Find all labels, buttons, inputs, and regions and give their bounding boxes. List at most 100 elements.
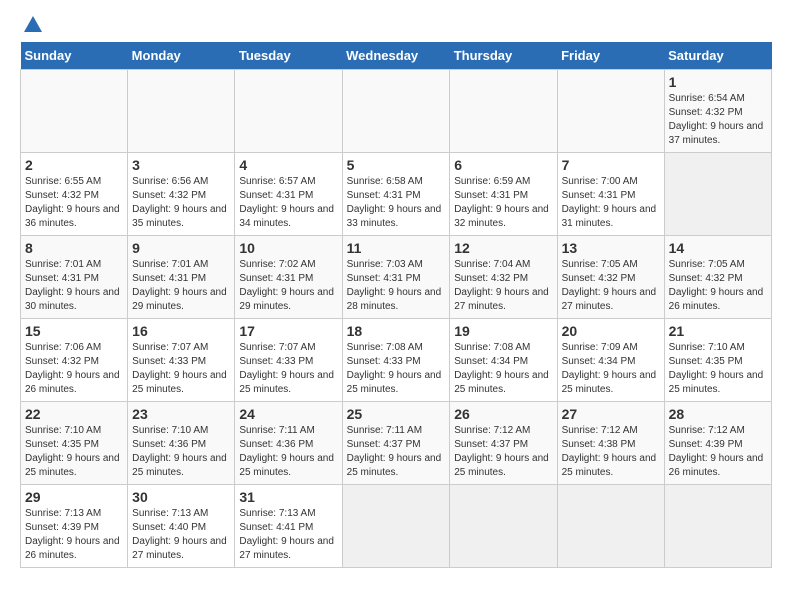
calendar-cell: 16Sunrise: 7:07 AM Sunset: 4:33 PM Dayli… [128, 319, 235, 402]
calendar-cell: 10 Sunrise: 7:02 AM Sunset: 4:31 PM Dayli… [235, 236, 342, 319]
calendar-cell: 12Sunrise: 7:04 AM Sunset: 4:32 PM Dayli… [450, 236, 557, 319]
day-info: Sunrise: 7:01 AM Sunset: 4:31 PM Dayligh… [132, 259, 227, 312]
day-info: Sunrise: 7:01 AM Sunset: 4:31 PM Dayligh… [25, 259, 120, 312]
day-info: Sunrise: 7:03 AM Sunset: 4:31 PM Dayligh… [347, 259, 442, 312]
day-info: Sunrise: 6:55 AM Sunset: 4:32 PM Dayligh… [25, 176, 120, 229]
day-number: 13 [562, 240, 660, 256]
day-number: 15 [25, 323, 123, 339]
day-number: 29 [25, 489, 123, 505]
calendar-cell: 6Sunrise: 6:59 AM Sunset: 4:31 PM Daylig… [450, 153, 557, 236]
calendar-cell: 23Sunrise: 7:10 AM Sunset: 4:36 PM Dayli… [128, 402, 235, 485]
day-number: 26 [454, 406, 552, 422]
day-number: 18 [347, 323, 446, 339]
day-number: 3 [132, 157, 230, 173]
calendar-week-row: 2 Sunrise: 6:55 AM Sunset: 4:32 PM Daylig… [21, 153, 772, 236]
calendar-cell [128, 70, 235, 153]
day-number: 1 [669, 74, 767, 90]
day-number: 24 [239, 406, 337, 422]
day-info: Sunrise: 7:12 AM Sunset: 4:39 PM Dayligh… [669, 425, 764, 478]
calendar-week-row: 15 Sunrise: 7:06 AM Sunset: 4:32 PM Dayli… [21, 319, 772, 402]
day-number: 6 [454, 157, 552, 173]
day-info: Sunrise: 7:12 AM Sunset: 4:38 PM Dayligh… [562, 425, 657, 478]
day-number: 14 [669, 240, 767, 256]
calendar-week-row: 1 Sunrise: 6:54 AM Sunset: 4:32 PM Daylig… [21, 70, 772, 153]
day-info: Sunrise: 7:11 AM Sunset: 4:37 PM Dayligh… [347, 425, 442, 478]
calendar-cell: 24 Sunrise: 7:11 AM Sunset: 4:36 PM Dayli… [235, 402, 342, 485]
calendar-cell [21, 70, 128, 153]
day-info: Sunrise: 7:07 AM Sunset: 4:33 PM Dayligh… [239, 342, 334, 395]
calendar-cell [235, 70, 342, 153]
day-info: Sunrise: 7:05 AM Sunset: 4:32 PM Dayligh… [562, 259, 657, 312]
calendar-cell: 26 Sunrise: 7:12 AM Sunset: 4:37 PM Dayli… [450, 402, 557, 485]
calendar-week-row: 8 Sunrise: 7:01 AM Sunset: 4:31 PM Daylig… [21, 236, 772, 319]
day-info: Sunrise: 7:00 AM Sunset: 4:31 PM Dayligh… [562, 176, 657, 229]
calendar-cell: 11 Sunrise: 7:03 AM Sunset: 4:31 PM Dayli… [342, 236, 450, 319]
day-info: Sunrise: 7:13 AM Sunset: 4:40 PM Dayligh… [132, 508, 227, 561]
day-header-friday: Friday [557, 42, 664, 70]
day-number: 16 [132, 323, 230, 339]
calendar-cell: 30Sunrise: 7:13 AM Sunset: 4:40 PM Dayli… [128, 485, 235, 568]
calendar-cell: 28 Sunrise: 7:12 AM Sunset: 4:39 PM Dayli… [664, 402, 771, 485]
calendar-cell: 22 Sunrise: 7:10 AM Sunset: 4:35 PM Dayli… [21, 402, 128, 485]
day-info: Sunrise: 6:57 AM Sunset: 4:31 PM Dayligh… [239, 176, 334, 229]
calendar-cell: 7 Sunrise: 7:00 AM Sunset: 4:31 PM Daylig… [557, 153, 664, 236]
day-header-tuesday: Tuesday [235, 42, 342, 70]
logo [20, 20, 44, 32]
day-number: 10 [239, 240, 337, 256]
day-number: 2 [25, 157, 123, 173]
day-header-monday: Monday [128, 42, 235, 70]
day-info: Sunrise: 7:10 AM Sunset: 4:36 PM Dayligh… [132, 425, 227, 478]
calendar-cell: 17Sunrise: 7:07 AM Sunset: 4:33 PM Dayli… [235, 319, 342, 402]
day-header-wednesday: Wednesday [342, 42, 450, 70]
calendar-cell: 5Sunrise: 6:58 AM Sunset: 4:31 PM Daylig… [342, 153, 450, 236]
calendar-cell [664, 485, 771, 568]
calendar-cell: 13 Sunrise: 7:05 AM Sunset: 4:32 PM Dayli… [557, 236, 664, 319]
calendar-cell: 4Sunrise: 6:57 AM Sunset: 4:31 PM Daylig… [235, 153, 342, 236]
calendar-cell: 18Sunrise: 7:08 AM Sunset: 4:33 PM Dayli… [342, 319, 450, 402]
calendar-cell [342, 70, 450, 153]
calendar-header-row: SundayMondayTuesdayWednesdayThursdayFrid… [21, 42, 772, 70]
calendar-cell: 15 Sunrise: 7:06 AM Sunset: 4:32 PM Dayli… [21, 319, 128, 402]
day-number: 7 [562, 157, 660, 173]
day-info: Sunrise: 7:11 AM Sunset: 4:36 PM Dayligh… [239, 425, 334, 478]
day-number: 8 [25, 240, 123, 256]
day-info: Sunrise: 6:54 AM Sunset: 4:32 PM Dayligh… [669, 93, 764, 146]
calendar-cell [450, 485, 557, 568]
day-info: Sunrise: 7:02 AM Sunset: 4:31 PM Dayligh… [239, 259, 334, 312]
calendar-cell [664, 153, 771, 236]
day-header-sunday: Sunday [21, 42, 128, 70]
calendar-cell: 3 Sunrise: 6:56 AM Sunset: 4:32 PM Daylig… [128, 153, 235, 236]
day-number: 28 [669, 406, 767, 422]
calendar-cell: 1 Sunrise: 6:54 AM Sunset: 4:32 PM Daylig… [664, 70, 771, 153]
calendar-week-row: 22 Sunrise: 7:10 AM Sunset: 4:35 PM Dayli… [21, 402, 772, 485]
day-info: Sunrise: 7:10 AM Sunset: 4:35 PM Dayligh… [25, 425, 120, 478]
day-number: 12 [454, 240, 552, 256]
calendar-cell: 14Sunrise: 7:05 AM Sunset: 4:32 PM Dayli… [664, 236, 771, 319]
calendar-cell: 25 Sunrise: 7:11 AM Sunset: 4:37 PM Dayli… [342, 402, 450, 485]
header [20, 20, 772, 32]
day-header-thursday: Thursday [450, 42, 557, 70]
calendar-cell: 9 Sunrise: 7:01 AM Sunset: 4:31 PM Daylig… [128, 236, 235, 319]
day-info: Sunrise: 7:13 AM Sunset: 4:39 PM Dayligh… [25, 508, 120, 561]
day-number: 5 [347, 157, 446, 173]
day-info: Sunrise: 7:06 AM Sunset: 4:32 PM Dayligh… [25, 342, 120, 395]
day-info: Sunrise: 7:08 AM Sunset: 4:34 PM Dayligh… [454, 342, 549, 395]
calendar-cell: 21Sunrise: 7:10 AM Sunset: 4:35 PM Dayli… [664, 319, 771, 402]
calendar-week-row: 29 Sunrise: 7:13 AM Sunset: 4:39 PM Dayli… [21, 485, 772, 568]
day-number: 22 [25, 406, 123, 422]
day-number: 31 [239, 489, 337, 505]
calendar-cell: 29 Sunrise: 7:13 AM Sunset: 4:39 PM Dayli… [21, 485, 128, 568]
calendar-cell [342, 485, 450, 568]
day-number: 21 [669, 323, 767, 339]
logo-icon [22, 14, 44, 36]
day-info: Sunrise: 6:56 AM Sunset: 4:32 PM Dayligh… [132, 176, 227, 229]
calendar-cell: 27Sunrise: 7:12 AM Sunset: 4:38 PM Dayli… [557, 402, 664, 485]
calendar-cell: 2 Sunrise: 6:55 AM Sunset: 4:32 PM Daylig… [21, 153, 128, 236]
day-number: 20 [562, 323, 660, 339]
day-number: 9 [132, 240, 230, 256]
calendar-table: SundayMondayTuesdayWednesdayThursdayFrid… [20, 42, 772, 568]
day-number: 11 [347, 240, 446, 256]
day-number: 25 [347, 406, 446, 422]
day-info: Sunrise: 7:12 AM Sunset: 4:37 PM Dayligh… [454, 425, 549, 478]
calendar-cell: 19Sunrise: 7:08 AM Sunset: 4:34 PM Dayli… [450, 319, 557, 402]
